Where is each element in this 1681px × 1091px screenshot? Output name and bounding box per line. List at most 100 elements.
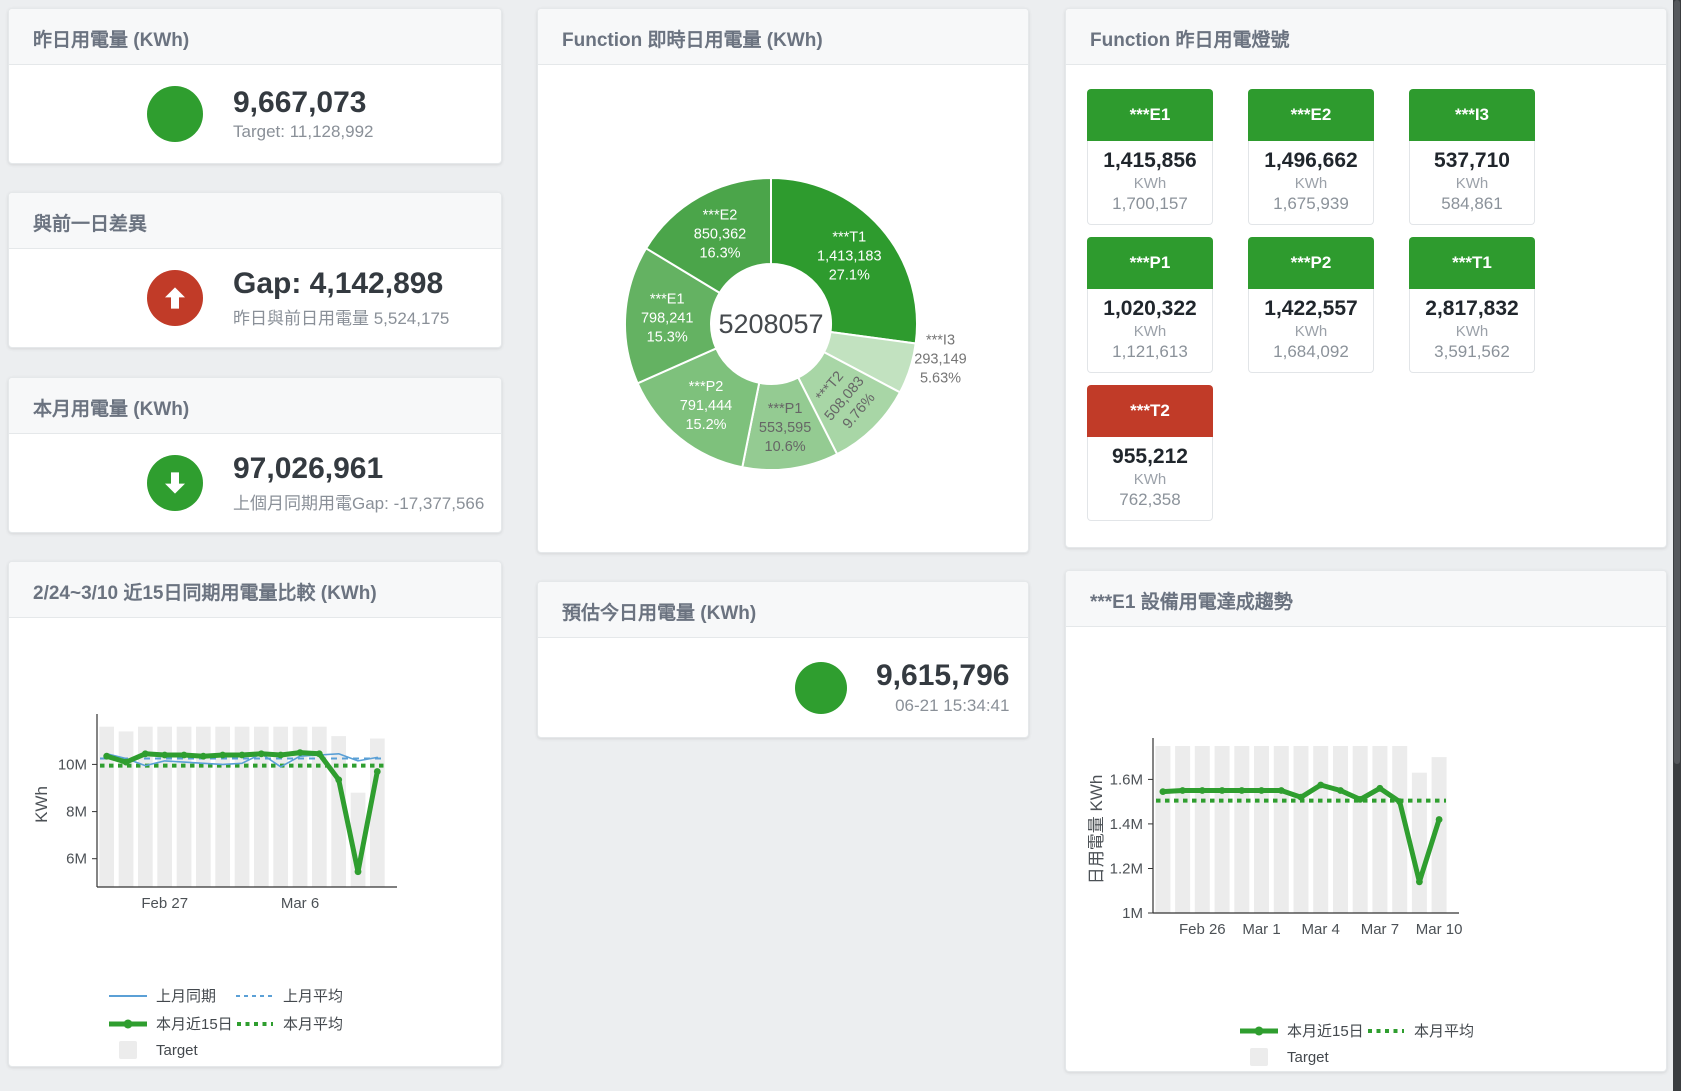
- data-point[interactable]: [374, 768, 381, 775]
- lamp-tile-P2: ***P21,422,557KWh1,684,092: [1248, 237, 1374, 373]
- data-point[interactable]: [1219, 787, 1226, 794]
- legend-label: Target: [1287, 1049, 1329, 1066]
- data-point[interactable]: [297, 749, 304, 756]
- legend-item[interactable]: 上月平均: [235, 985, 362, 1006]
- data-point[interactable]: [277, 752, 284, 759]
- realtime-usage-donut-chart[interactable]: ***T11,413,18327.1%***I3293,1495.63%***T…: [538, 65, 1028, 551]
- data-point[interactable]: [1317, 782, 1324, 789]
- legend-item[interactable]: 本月平均: [1366, 1020, 1493, 1041]
- kpi-text: 9,667,073 Target: 11,128,992: [233, 86, 374, 143]
- target-bar: [215, 727, 230, 887]
- target-bar: [1195, 746, 1210, 913]
- svg-text:1.4M: 1.4M: [1110, 816, 1143, 833]
- data-point[interactable]: [1357, 796, 1364, 803]
- tile-value: 1,415,856: [1090, 149, 1210, 173]
- legend-item[interactable]: 本月平均: [235, 1013, 362, 1034]
- kpi-text: 9,615,796 06-21 15:34:41: [876, 659, 1009, 716]
- target-bar: [1412, 773, 1427, 913]
- legend-label: 本月平均: [283, 1013, 343, 1034]
- tile-body: 1,496,662KWh1,675,939: [1248, 141, 1374, 225]
- kpi-subtitle: 06-21 15:34:41: [876, 696, 1009, 716]
- data-point[interactable]: [239, 752, 246, 759]
- chart-legend: 上月同期上月平均本月近15日 本月平均 Target: [9, 985, 501, 1066]
- data-point[interactable]: [335, 776, 342, 783]
- svg-text:1M: 1M: [1122, 905, 1143, 922]
- data-point[interactable]: [181, 752, 188, 759]
- data-point[interactable]: [355, 868, 362, 875]
- data-point[interactable]: [1337, 787, 1344, 794]
- data-point[interactable]: [219, 752, 226, 759]
- svg-text:***E1: ***E1: [650, 291, 685, 307]
- data-point[interactable]: [1377, 785, 1384, 792]
- tile-body: 955,212KWh762,358: [1087, 437, 1213, 521]
- target-bar: [1333, 746, 1348, 913]
- card-title: 2/24~3/10 近15日同期用電量比較 (KWh): [9, 562, 501, 618]
- svg-text:5.63%: 5.63%: [920, 371, 961, 387]
- svg-text:***P1: ***P1: [768, 401, 803, 417]
- legend-item[interactable]: 本月近15日: [1239, 1020, 1366, 1041]
- target-bar: [1215, 746, 1230, 913]
- legend-item[interactable]: 上月同期: [108, 985, 235, 1006]
- tile-value: 537,710: [1412, 149, 1532, 173]
- comparison-chart[interactable]: 6M8M10MFeb 27Mar 6KWh: [9, 618, 487, 974]
- data-point[interactable]: [103, 753, 110, 760]
- card-yesterday-usage: 昨日用電量 (KWh) 9,667,073 Target: 11,128,992: [8, 8, 502, 164]
- data-point[interactable]: [1396, 798, 1403, 805]
- target-bar: [1155, 746, 1170, 913]
- legend-item[interactable]: Target: [108, 1041, 235, 1059]
- target-bar: [177, 727, 192, 887]
- tile-value: 1,422,557: [1251, 297, 1371, 321]
- tile-label: ***E2: [1248, 89, 1374, 141]
- data-point[interactable]: [258, 750, 265, 757]
- legend-item[interactable]: Target: [1239, 1048, 1366, 1066]
- legend-label: 本月近15日: [1287, 1020, 1364, 1041]
- card-title: Function 即時日用電量 (KWh): [538, 9, 1028, 65]
- svg-text:553,595: 553,595: [759, 420, 811, 436]
- card-realtime-donut: Function 即時日用電量 (KWh) ***T11,413,18327.1…: [537, 8, 1029, 553]
- target-bar: [1353, 746, 1368, 913]
- arrow-down-circle-icon: [147, 455, 203, 511]
- svg-text:293,149: 293,149: [914, 352, 966, 368]
- data-point[interactable]: [1238, 787, 1245, 794]
- legend-item[interactable]: 本月近15日: [108, 1013, 235, 1034]
- kpi-value: 9,667,073: [233, 86, 374, 120]
- data-point[interactable]: [200, 753, 207, 760]
- data-point[interactable]: [123, 759, 130, 766]
- card-estimate-today: 預估今日用電量 (KWh) 9,615,796 06-21 15:34:41: [537, 581, 1029, 738]
- data-point[interactable]: [1179, 787, 1186, 794]
- kpi-text: 97,026,961 上個月同期用電Gap: -17,377,566: [233, 452, 484, 514]
- energy-dashboard: 昨日用電量 (KWh) 9,667,073 Target: 11,128,992…: [0, 0, 1681, 1091]
- data-point[interactable]: [1199, 787, 1206, 794]
- scrollbar[interactable]: [1673, 0, 1681, 1091]
- svg-text:791,444: 791,444: [680, 398, 732, 414]
- data-point[interactable]: [1436, 816, 1443, 823]
- status-circle-icon: [795, 662, 847, 714]
- data-point[interactable]: [1416, 878, 1423, 885]
- target-bar: [1234, 746, 1249, 913]
- tile-target: 1,684,092: [1251, 342, 1371, 362]
- e1-trend-chart[interactable]: 1M1.2M1.4M1.6MFeb 26Mar 1Mar 4Mar 7Mar 1…: [1066, 627, 1656, 1009]
- tile-unit: KWh: [1251, 323, 1371, 340]
- tile-label: ***P1: [1087, 237, 1213, 289]
- svg-text:798,241: 798,241: [641, 310, 693, 326]
- data-point[interactable]: [142, 750, 149, 757]
- kpi-value: Gap: 4,142,898: [233, 267, 449, 301]
- data-point[interactable]: [1298, 794, 1305, 801]
- card-title: 預估今日用電量 (KWh): [538, 582, 1028, 638]
- data-point[interactable]: [1278, 787, 1285, 794]
- kpi-text: Gap: 4,142,898 昨日與前日用電量 5,524,175: [233, 267, 449, 329]
- card-title: ***E1 設備用電達成趨勢: [1066, 571, 1666, 627]
- data-point[interactable]: [316, 750, 323, 757]
- legend-marker: [1239, 1025, 1279, 1037]
- legend-marker: [235, 990, 275, 1002]
- svg-text:Mar 6: Mar 6: [281, 895, 319, 912]
- lamp-tile-T1: ***T12,817,832KWh3,591,562: [1409, 237, 1535, 373]
- kpi-value: 9,615,796: [876, 659, 1009, 693]
- svg-text:***E2: ***E2: [703, 207, 738, 223]
- data-point[interactable]: [1160, 788, 1167, 795]
- tile-target: 1,700,157: [1090, 194, 1210, 214]
- data-point[interactable]: [161, 752, 168, 759]
- scrollbar-thumb[interactable]: [1674, 0, 1680, 764]
- kpi-subtitle: 上個月同期用電Gap: -17,377,566: [233, 489, 484, 514]
- data-point[interactable]: [1258, 787, 1265, 794]
